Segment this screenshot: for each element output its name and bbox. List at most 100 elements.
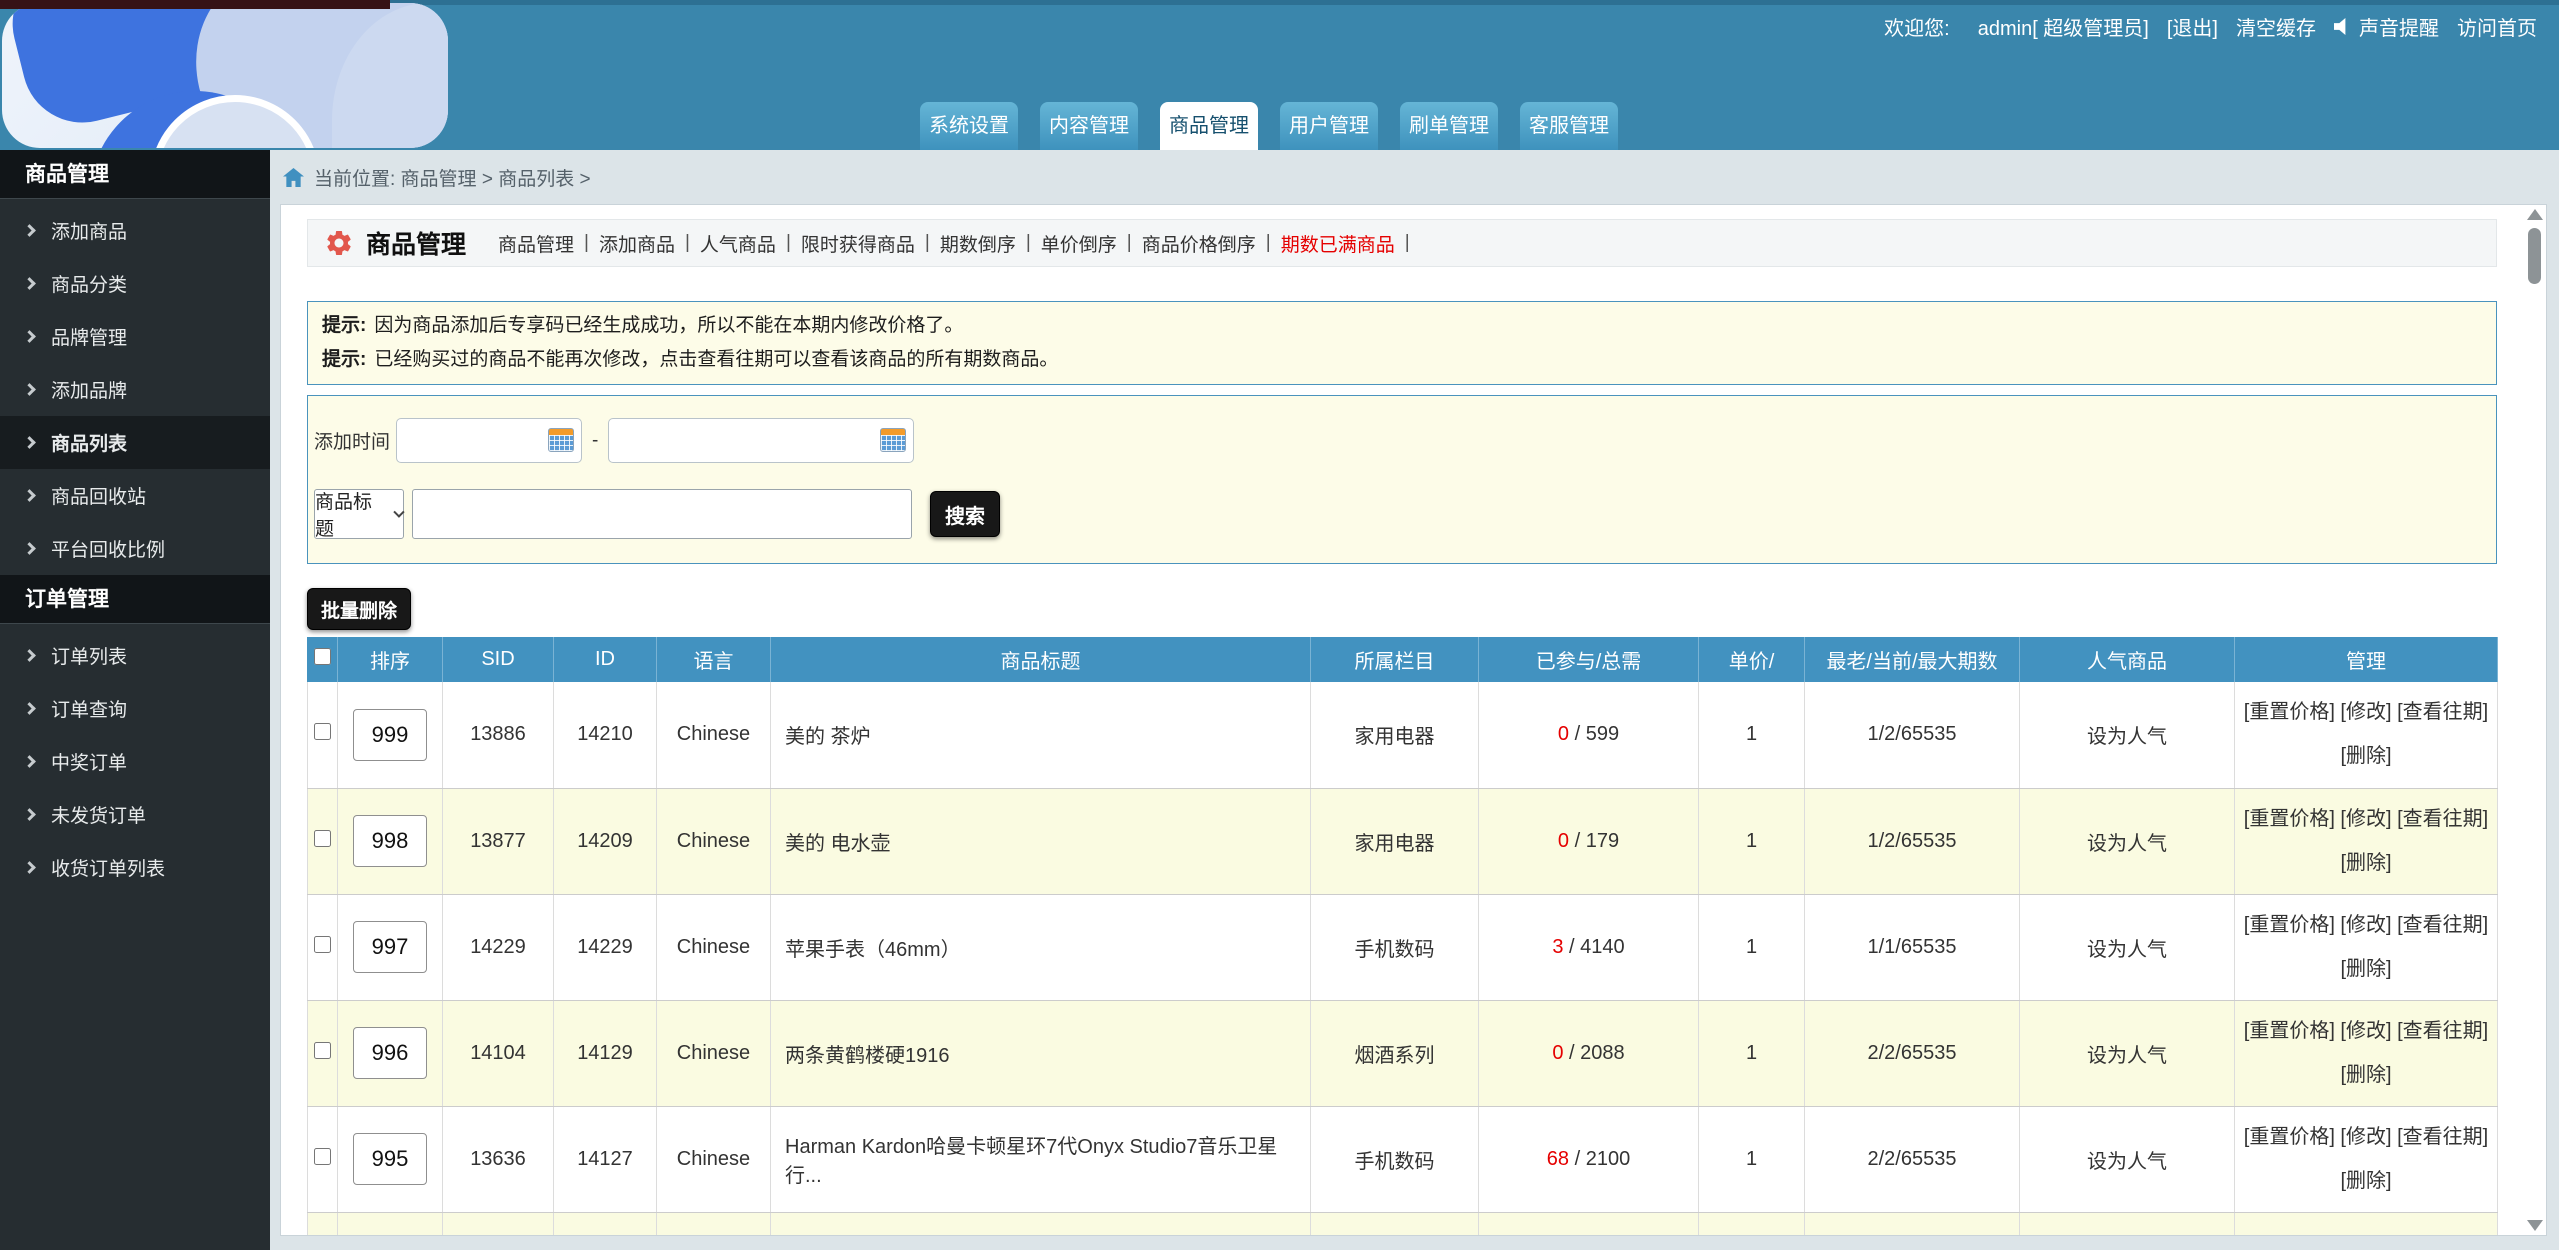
sidebar-item-中奖订单[interactable]: 中奖订单 [0, 735, 270, 788]
header-link-人气商品[interactable]: 人气商品 [700, 230, 776, 257]
header-link-添加商品[interactable]: 添加商品 [599, 230, 675, 257]
table-row: 998 13877 14209 Chinese 美的 电水壶 家用电器 0 / 179 1 1/… [307, 788, 2498, 895]
action-links-row1[interactable]: [重置价格] [修改] [查看往期] [2235, 697, 2497, 728]
scroll-down-arrow[interactable] [2526, 1220, 2543, 1231]
tab-系统设置[interactable]: 系统设置 [920, 102, 1018, 150]
search-button[interactable]: 搜索 [930, 491, 1000, 537]
vertical-scrollbar[interactable] [2526, 209, 2543, 1231]
welcome-text: 欢迎您: [1884, 18, 1950, 40]
header-link-限时获得商品[interactable]: 限时获得商品 [801, 230, 915, 257]
chevron-right-icon [23, 224, 36, 237]
sidebar-item-商品分类[interactable]: 商品分类 [0, 257, 270, 310]
chevron-right-icon [23, 702, 36, 715]
delete-link[interactable]: [删除] [2235, 954, 2497, 985]
sidebar-item-商品列表[interactable]: 商品列表 [0, 416, 270, 469]
sidebar-item-未发货订单[interactable]: 未发货订单 [0, 788, 270, 841]
date-to-input[interactable] [608, 418, 915, 463]
title-cell: 美的 电水壶 [770, 788, 1311, 895]
row-checkbox-cell [307, 788, 338, 895]
delete-link[interactable]: [删除] [2235, 848, 2497, 879]
joined-count: 0 [1557, 723, 1570, 746]
id-cell: 14127 [553, 1106, 657, 1213]
sort-input[interactable]: 997 [353, 921, 427, 973]
tab-内容管理[interactable]: 内容管理 [1040, 102, 1138, 150]
scroll-up-arrow[interactable] [2526, 209, 2543, 220]
periods-cell: 1/2/65535 [1804, 682, 2020, 789]
date-from-input[interactable] [396, 418, 582, 463]
logout-link[interactable]: [退出] [2167, 12, 2218, 41]
row-checkbox[interactable] [314, 829, 331, 847]
id-cell: 14129 [553, 1000, 657, 1107]
set-popular-link[interactable]: 设为人气 [2087, 726, 2167, 748]
tab-客服管理[interactable]: 客服管理 [1520, 102, 1618, 150]
sound-reminder-link[interactable]: 声音提醒 [2359, 12, 2439, 41]
periods-cell: 2/2/65535 [1804, 1000, 2020, 1107]
sort-input[interactable]: 998 [353, 815, 427, 867]
row-checkbox[interactable] [314, 723, 331, 741]
sidebar-item-添加品牌[interactable]: 添加品牌 [0, 363, 270, 416]
row-checkbox[interactable] [314, 1041, 331, 1059]
set-popular-link[interactable]: 设为人气 [2087, 833, 2167, 855]
id-cell: 14229 [553, 894, 657, 1001]
delete-link[interactable]: [删除] [2235, 1060, 2497, 1091]
sidebar-item-label: 订单列表 [51, 647, 128, 668]
sidebar-item-订单列表[interactable]: 订单列表 [0, 629, 270, 682]
title-cell: 美的 茶炉 [770, 682, 1311, 789]
tab-刷单管理[interactable]: 刷单管理 [1400, 102, 1498, 150]
sort-input[interactable]: 999 [353, 708, 427, 761]
chevron-right-icon [23, 649, 36, 662]
sort-cell: 998 [337, 788, 443, 895]
logo [2, 3, 448, 148]
sidebar-item-品牌管理[interactable]: 品牌管理 [0, 310, 270, 363]
header-link-单价倒序[interactable]: 单价倒序 [1041, 230, 1117, 257]
sidebar-item-订单查询[interactable]: 订单查询 [0, 682, 270, 735]
tip-prefix: 提示: [322, 315, 367, 336]
scrollbar-thumb[interactable] [2528, 228, 2541, 284]
tab-用户管理[interactable]: 用户管理 [1280, 102, 1378, 150]
sidebar-item-添加商品[interactable]: 添加商品 [0, 204, 270, 257]
row-checkbox[interactable] [314, 1147, 331, 1165]
tip-text: 已经购买过的商品不能再次修改，点击查看往期可以查看该商品的所有期数商品。 [374, 349, 1059, 370]
search-keyword-input[interactable] [412, 489, 912, 539]
row-checkbox[interactable] [314, 935, 331, 953]
delete-link[interactable]: [删除] [2235, 741, 2497, 772]
calendar-icon[interactable] [548, 428, 574, 452]
header-link-商品价格倒序[interactable]: 商品价格倒序 [1142, 230, 1256, 257]
sidebar-item-label: 添加商品 [51, 222, 128, 243]
sidebar-item-平台回收比例[interactable]: 平台回收比例 [0, 522, 270, 575]
id-cell [553, 1212, 657, 1235]
sidebar-item-收货订单列表[interactable]: 收货订单列表 [0, 841, 270, 894]
tab-商品管理[interactable]: 商品管理 [1160, 102, 1258, 150]
action-links-row1[interactable]: [重置价格] [修改] [查看往期] [2235, 1122, 2497, 1153]
sort-cell: 995 [337, 1106, 443, 1213]
batch-delete-button[interactable]: 批量删除 [307, 588, 411, 630]
joined-total-cell: 0 / 179 [1478, 788, 1699, 895]
action-links-row1[interactable]: [重置价格] [修改] [查看往期] [2235, 804, 2497, 835]
category-cell [1310, 1212, 1479, 1235]
header-link-商品管理[interactable]: 商品管理 [498, 230, 574, 257]
set-popular-link[interactable]: 设为人气 [2087, 1045, 2167, 1067]
sid-cell: 13877 [442, 788, 554, 895]
sidebar-item-label: 平台回收比例 [51, 540, 166, 561]
sidebar-item-商品回收站[interactable]: 商品回收站 [0, 469, 270, 522]
tip-line: 提示: 因为商品添加后专享码已经生成成功，所以不能在本期内修改价格了。 [322, 309, 2482, 343]
header-link-期数已满商品[interactable]: 期数已满商品 [1281, 230, 1395, 257]
header-link-期数倒序[interactable]: 期数倒序 [940, 230, 1016, 257]
breadcrumb-text: 当前位置: 商品管理 > 商品列表 > [314, 168, 591, 190]
tip-prefix: 提示: [322, 349, 367, 370]
set-popular-link[interactable]: 设为人气 [2087, 939, 2167, 961]
category-cell: 手机数码 [1310, 1106, 1479, 1213]
clear-cache-link[interactable]: 清空缓存 [2236, 12, 2316, 41]
visit-home-link[interactable]: 访问首页 [2457, 12, 2537, 41]
sort-input[interactable]: 996 [353, 1027, 427, 1079]
delete-link[interactable]: [删除] [2235, 1166, 2497, 1197]
search-field-select[interactable]: 商品标题 [314, 489, 405, 540]
action-links-row1[interactable]: [重置价格] [修改] [查看往期] [2235, 910, 2497, 941]
sort-input[interactable]: 995 [353, 1133, 427, 1185]
calendar-icon[interactable] [880, 428, 907, 452]
link-separator: | [1265, 232, 1271, 253]
sid-cell: 14104 [442, 1000, 554, 1107]
action-links-row1[interactable]: [重置价格] [修改] [查看往期] [2235, 1016, 2497, 1047]
select-all-checkbox[interactable] [314, 648, 331, 665]
set-popular-link[interactable]: 设为人气 [2087, 1151, 2167, 1173]
